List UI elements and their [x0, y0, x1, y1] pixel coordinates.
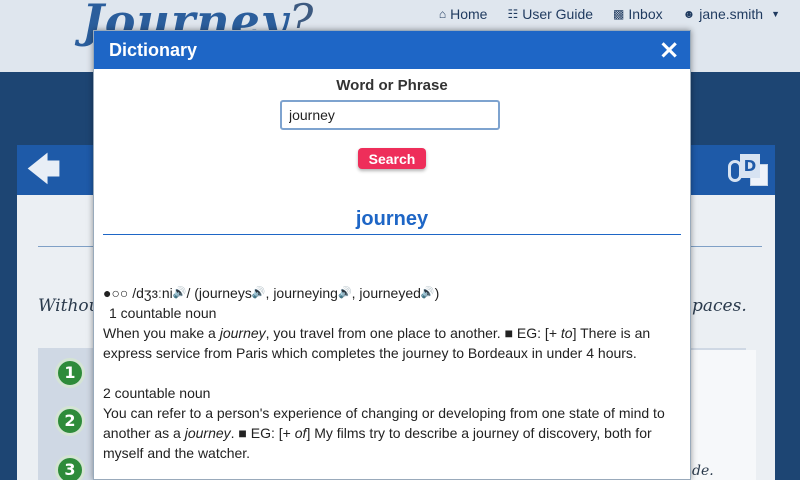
nav-inbox-label: Inbox [628, 6, 663, 22]
search-button[interactable]: Search [358, 148, 426, 169]
dialog-header: Dictionary × [94, 31, 690, 69]
user-guide-icon: ☷ [507, 7, 519, 21]
user-name: jane.smith [699, 6, 764, 22]
worksheet-paper [690, 350, 756, 480]
worksheet-text: de. [692, 463, 714, 479]
speaker-icon[interactable]: 🔊 [252, 287, 266, 299]
nav-inbox[interactable]: ▩ Inbox [613, 6, 663, 22]
nav-home-label: Home [450, 6, 488, 22]
sense-2-label: 2 countable noun [103, 385, 211, 401]
sense-1-definition: When you make a journey, you travel from… [103, 325, 651, 361]
user-icon: ☻ [682, 7, 696, 21]
dictionary-tool-icon[interactable]: D [726, 150, 770, 190]
headword: journey [355, 208, 429, 230]
search-label: Word or Phrase [336, 77, 448, 94]
inbox-icon: ▩ [613, 7, 625, 21]
nav-user-guide-label: User Guide [522, 6, 594, 22]
chevron-down-icon: ▼ [771, 9, 780, 19]
dictionary-d-icon: D [740, 154, 760, 178]
headword-divider [103, 234, 681, 235]
dialog-title: Dictionary [109, 39, 198, 60]
step-2-badge[interactable]: 2 [55, 406, 85, 436]
dictionary-entry: ●○○ /dʒɜːni🔊/ (journeys🔊, journeying🔊, j… [103, 283, 683, 463]
user-menu[interactable]: ☻ jane.smith ▼ [683, 6, 780, 22]
lesson-text-right: paces. [692, 296, 747, 316]
search-input[interactable] [280, 100, 500, 130]
sense-2-definition: You can refer to a person's experience o… [103, 405, 665, 461]
speaker-icon[interactable]: 🔊 [421, 287, 435, 299]
nav-home[interactable]: ⌂ Home [439, 6, 488, 22]
close-icon[interactable]: × [658, 37, 680, 63]
top-navigation: ⌂ Home ☷ User Guide ▩ Inbox ☻ jane.smith… [439, 6, 780, 22]
sense-1-label: 1 countable noun [109, 305, 217, 321]
home-icon: ⌂ [438, 7, 447, 21]
back-arrow-icon[interactable]: 🡄 [26, 150, 61, 190]
dictionary-dialog: Dictionary × Word or Phrase Search journ… [93, 30, 691, 480]
step-3-badge[interactable]: 3 [55, 455, 85, 480]
speaker-icon[interactable]: 🔊 [173, 287, 187, 299]
speaker-icon[interactable]: 🔊 [338, 287, 352, 299]
nav-user-guide[interactable]: ☷ User Guide [507, 6, 593, 22]
step-1-badge[interactable]: 1 [55, 358, 85, 388]
pronunciation-line: ●○○ /dʒɜːni🔊/ (journeys🔊, journeying🔊, j… [103, 285, 440, 301]
